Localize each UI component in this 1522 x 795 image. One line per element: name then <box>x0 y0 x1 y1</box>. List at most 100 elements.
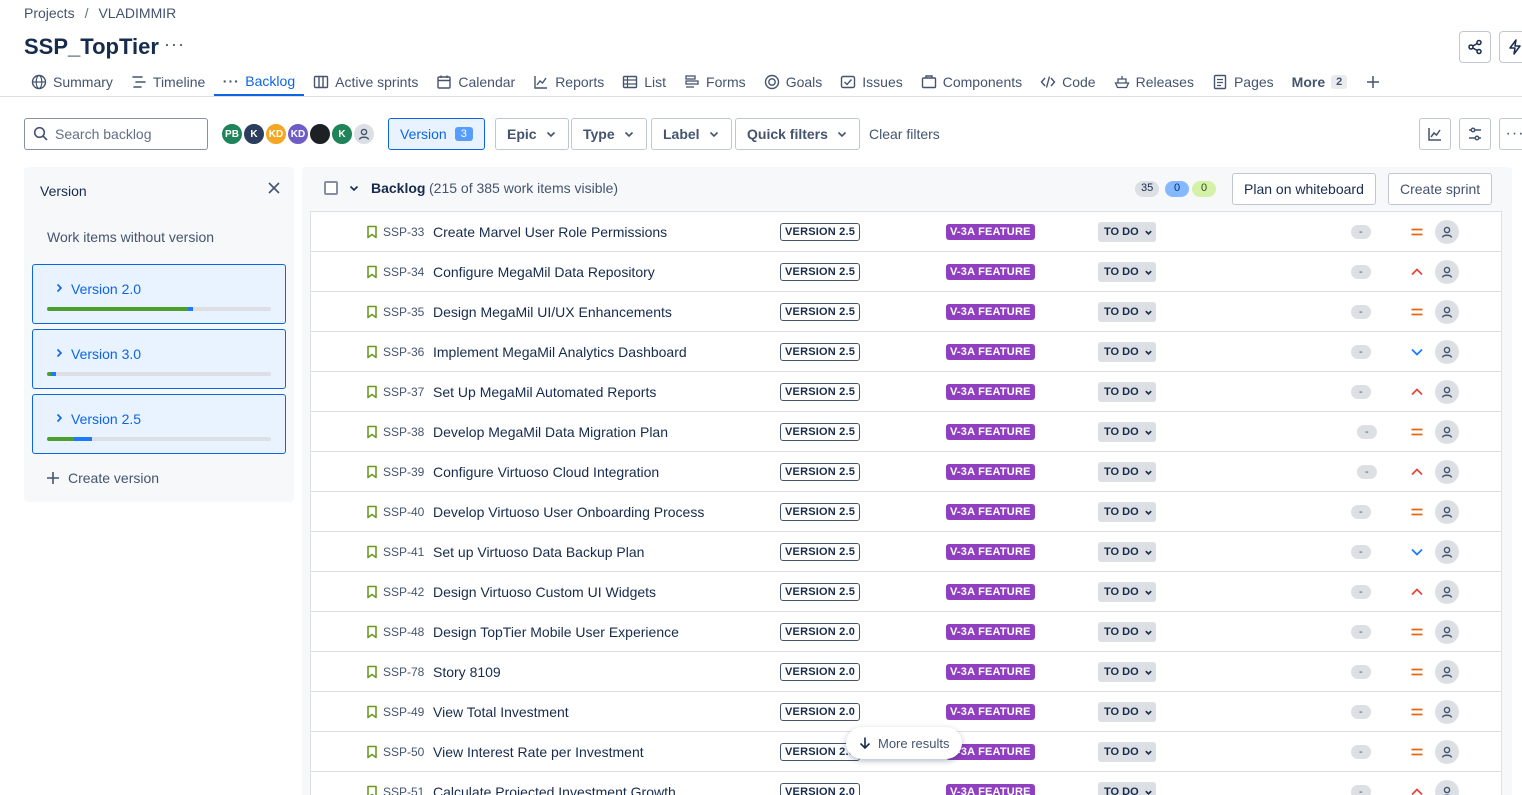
issue-summary[interactable]: View Interest Rate per Investment <box>433 732 644 772</box>
type-filter-button[interactable]: Type <box>571 118 647 150</box>
issue-summary[interactable]: Implement MegaMil Analytics Dashboard <box>433 332 687 372</box>
backlog-row[interactable]: SSP-49 View Total Investment VERSION 2.0 V-… <box>311 692 1501 732</box>
assignee-avatar[interactable] <box>1435 652 1459 692</box>
issue-summary[interactable]: Develop MegaMil Data Migration Plan <box>433 412 668 452</box>
tab-backlog[interactable]: ··· Backlog <box>214 68 305 96</box>
epic-lozenge[interactable]: V-3A FEATURE <box>946 572 1035 612</box>
epic-lozenge[interactable]: V-3A FEATURE <box>946 372 1035 412</box>
status-dropdown[interactable]: TO DO <box>1098 212 1156 252</box>
estimate-badge[interactable]: - <box>1351 772 1371 795</box>
select-all-checkbox[interactable] <box>324 181 338 195</box>
fix-version-lozenge[interactable]: VERSION 2.5 <box>780 212 861 252</box>
epic-lozenge[interactable]: V-3A FEATURE <box>946 492 1035 532</box>
avatar[interactable]: PB <box>220 122 244 146</box>
tab-calendar[interactable]: Calendar <box>427 68 524 96</box>
assignee-avatar[interactable] <box>1435 372 1459 412</box>
assignee-avatar[interactable] <box>1435 612 1459 652</box>
estimate-badge[interactable]: - <box>1351 292 1371 332</box>
issue-key[interactable]: SSP-40 <box>383 492 424 532</box>
status-dropdown[interactable]: TO DO <box>1098 692 1156 732</box>
version-card-2-5[interactable]: Version 2.5 <box>32 394 286 454</box>
share-button[interactable] <box>1459 31 1491 63</box>
chevron-down-icon[interactable] <box>348 182 360 194</box>
assignee-avatar[interactable] <box>1435 452 1459 492</box>
status-dropdown[interactable]: TO DO <box>1098 252 1156 292</box>
backlog-row[interactable]: SSP-41 Set up Virtuoso Data Backup Plan VE… <box>311 532 1501 572</box>
label-filter-button[interactable]: Label <box>651 118 732 150</box>
issue-summary[interactable]: Design TopTier Mobile User Experience <box>433 612 679 652</box>
estimate-badge[interactable]: - <box>1351 612 1371 652</box>
tab-components[interactable]: Components <box>912 68 1031 96</box>
backlog-row[interactable]: SSP-78 Story 8109 VERSION 2.0 V-3A FEATURE T… <box>311 652 1501 692</box>
issue-summary[interactable]: Configure Virtuoso Cloud Integration <box>433 452 659 492</box>
issue-key[interactable]: SSP-39 <box>383 452 424 492</box>
estimate-badge[interactable]: - <box>1351 212 1371 252</box>
status-dropdown[interactable]: TO DO <box>1098 572 1156 612</box>
status-dropdown[interactable]: TO DO <box>1098 292 1156 332</box>
status-dropdown[interactable]: TO DO <box>1098 452 1156 492</box>
tab-timeline[interactable]: Timeline <box>122 68 214 96</box>
more-results-button[interactable]: More results <box>846 727 962 759</box>
estimate-badge[interactable]: - <box>1351 332 1371 372</box>
create-sprint-button[interactable]: Create sprint <box>1388 173 1493 205</box>
fix-version-lozenge[interactable]: VERSION 2.5 <box>780 252 861 292</box>
fix-version-lozenge[interactable]: VERSION 2.5 <box>780 372 861 412</box>
tab-active-sprints[interactable]: Active sprints <box>304 68 427 96</box>
issue-key[interactable]: SSP-36 <box>383 332 424 372</box>
tab-releases[interactable]: Releases <box>1105 68 1203 96</box>
issue-summary[interactable]: Calculate Projected Investment Growth <box>433 772 676 795</box>
estimate-badge[interactable]: - <box>1351 572 1371 612</box>
epic-lozenge[interactable]: V-3A FEATURE <box>946 452 1035 492</box>
assignee-avatar[interactable] <box>1435 292 1459 332</box>
status-dropdown[interactable]: TO DO <box>1098 612 1156 652</box>
avatar[interactable]: KD <box>286 122 310 146</box>
issue-key[interactable]: SSP-78 <box>383 652 424 692</box>
backlog-row[interactable]: SSP-37 Set Up MegaMil Automated Reports VE… <box>311 372 1501 412</box>
issue-key[interactable]: SSP-49 <box>383 692 424 732</box>
assignee-avatar[interactable] <box>1435 772 1459 795</box>
tab-summary[interactable]: Summary <box>22 68 122 96</box>
avatar[interactable] <box>352 122 376 146</box>
backlog-row[interactable]: SSP-39 Configure Virtuoso Cloud Integrati… <box>311 452 1501 492</box>
title-more-icon[interactable]: ··· <box>164 34 185 55</box>
issue-summary[interactable]: Set up Virtuoso Data Backup Plan <box>433 532 644 572</box>
work-items-without-version[interactable]: Work items without version <box>47 229 214 245</box>
assignee-avatar[interactable] <box>1435 412 1459 452</box>
status-dropdown[interactable]: TO DO <box>1098 332 1156 372</box>
issue-key[interactable]: SSP-33 <box>383 212 424 252</box>
epic-lozenge[interactable]: V-3A FEATURE <box>946 292 1035 332</box>
tab-forms[interactable]: Forms <box>675 68 755 96</box>
view-settings-button[interactable] <box>1459 118 1491 150</box>
backlog-row[interactable]: SSP-35 Design MegaMil UI/UX Enhancements V… <box>311 292 1501 332</box>
status-dropdown[interactable]: TO DO <box>1098 772 1156 795</box>
close-icon[interactable] <box>266 180 282 196</box>
issue-key[interactable]: SSP-51 <box>383 772 424 795</box>
backlog-row[interactable]: SSP-42 Design Virtuoso Custom UI Widgets V… <box>311 572 1501 612</box>
assignee-avatar[interactable] <box>1435 252 1459 292</box>
estimate-badge[interactable]: - <box>1351 652 1371 692</box>
issue-summary[interactable]: Set Up MegaMil Automated Reports <box>433 372 656 412</box>
breadcrumb-project[interactable]: VLADIMMIR <box>98 5 176 21</box>
avatar[interactable]: K <box>242 122 266 146</box>
avatar[interactable]: K <box>330 122 354 146</box>
assignee-avatar[interactable] <box>1435 492 1459 532</box>
fix-version-lozenge[interactable]: VERSION 2.0 <box>780 772 861 795</box>
fix-version-lozenge[interactable]: VERSION 2.0 <box>780 652 861 692</box>
epic-lozenge[interactable]: V-3A FEATURE <box>946 252 1035 292</box>
backlog-row[interactable]: SSP-36 Implement MegaMil Analytics Dashbo… <box>311 332 1501 372</box>
insights-button[interactable] <box>1419 118 1451 150</box>
tab-pages[interactable]: Pages <box>1203 68 1283 96</box>
issue-summary[interactable]: Develop Virtuoso User Onboarding Process <box>433 492 704 532</box>
epic-lozenge[interactable]: V-3A FEATURE <box>946 692 1035 732</box>
epic-lozenge[interactable]: V-3A FEATURE <box>946 772 1035 795</box>
issue-key[interactable]: SSP-34 <box>383 252 424 292</box>
estimate-badge[interactable]: - <box>1351 532 1371 572</box>
version-filter-button[interactable]: Version 3 <box>388 118 485 150</box>
backlog-row[interactable]: SSP-38 Develop MegaMil Data Migration Pla… <box>311 412 1501 452</box>
issue-summary[interactable]: Design Virtuoso Custom UI Widgets <box>433 572 656 612</box>
tab-reports[interactable]: Reports <box>524 68 613 96</box>
status-dropdown[interactable]: TO DO <box>1098 372 1156 412</box>
issue-summary[interactable]: Story 8109 <box>433 652 501 692</box>
breadcrumb-projects[interactable]: Projects <box>24 5 75 21</box>
issue-key[interactable]: SSP-42 <box>383 572 424 612</box>
